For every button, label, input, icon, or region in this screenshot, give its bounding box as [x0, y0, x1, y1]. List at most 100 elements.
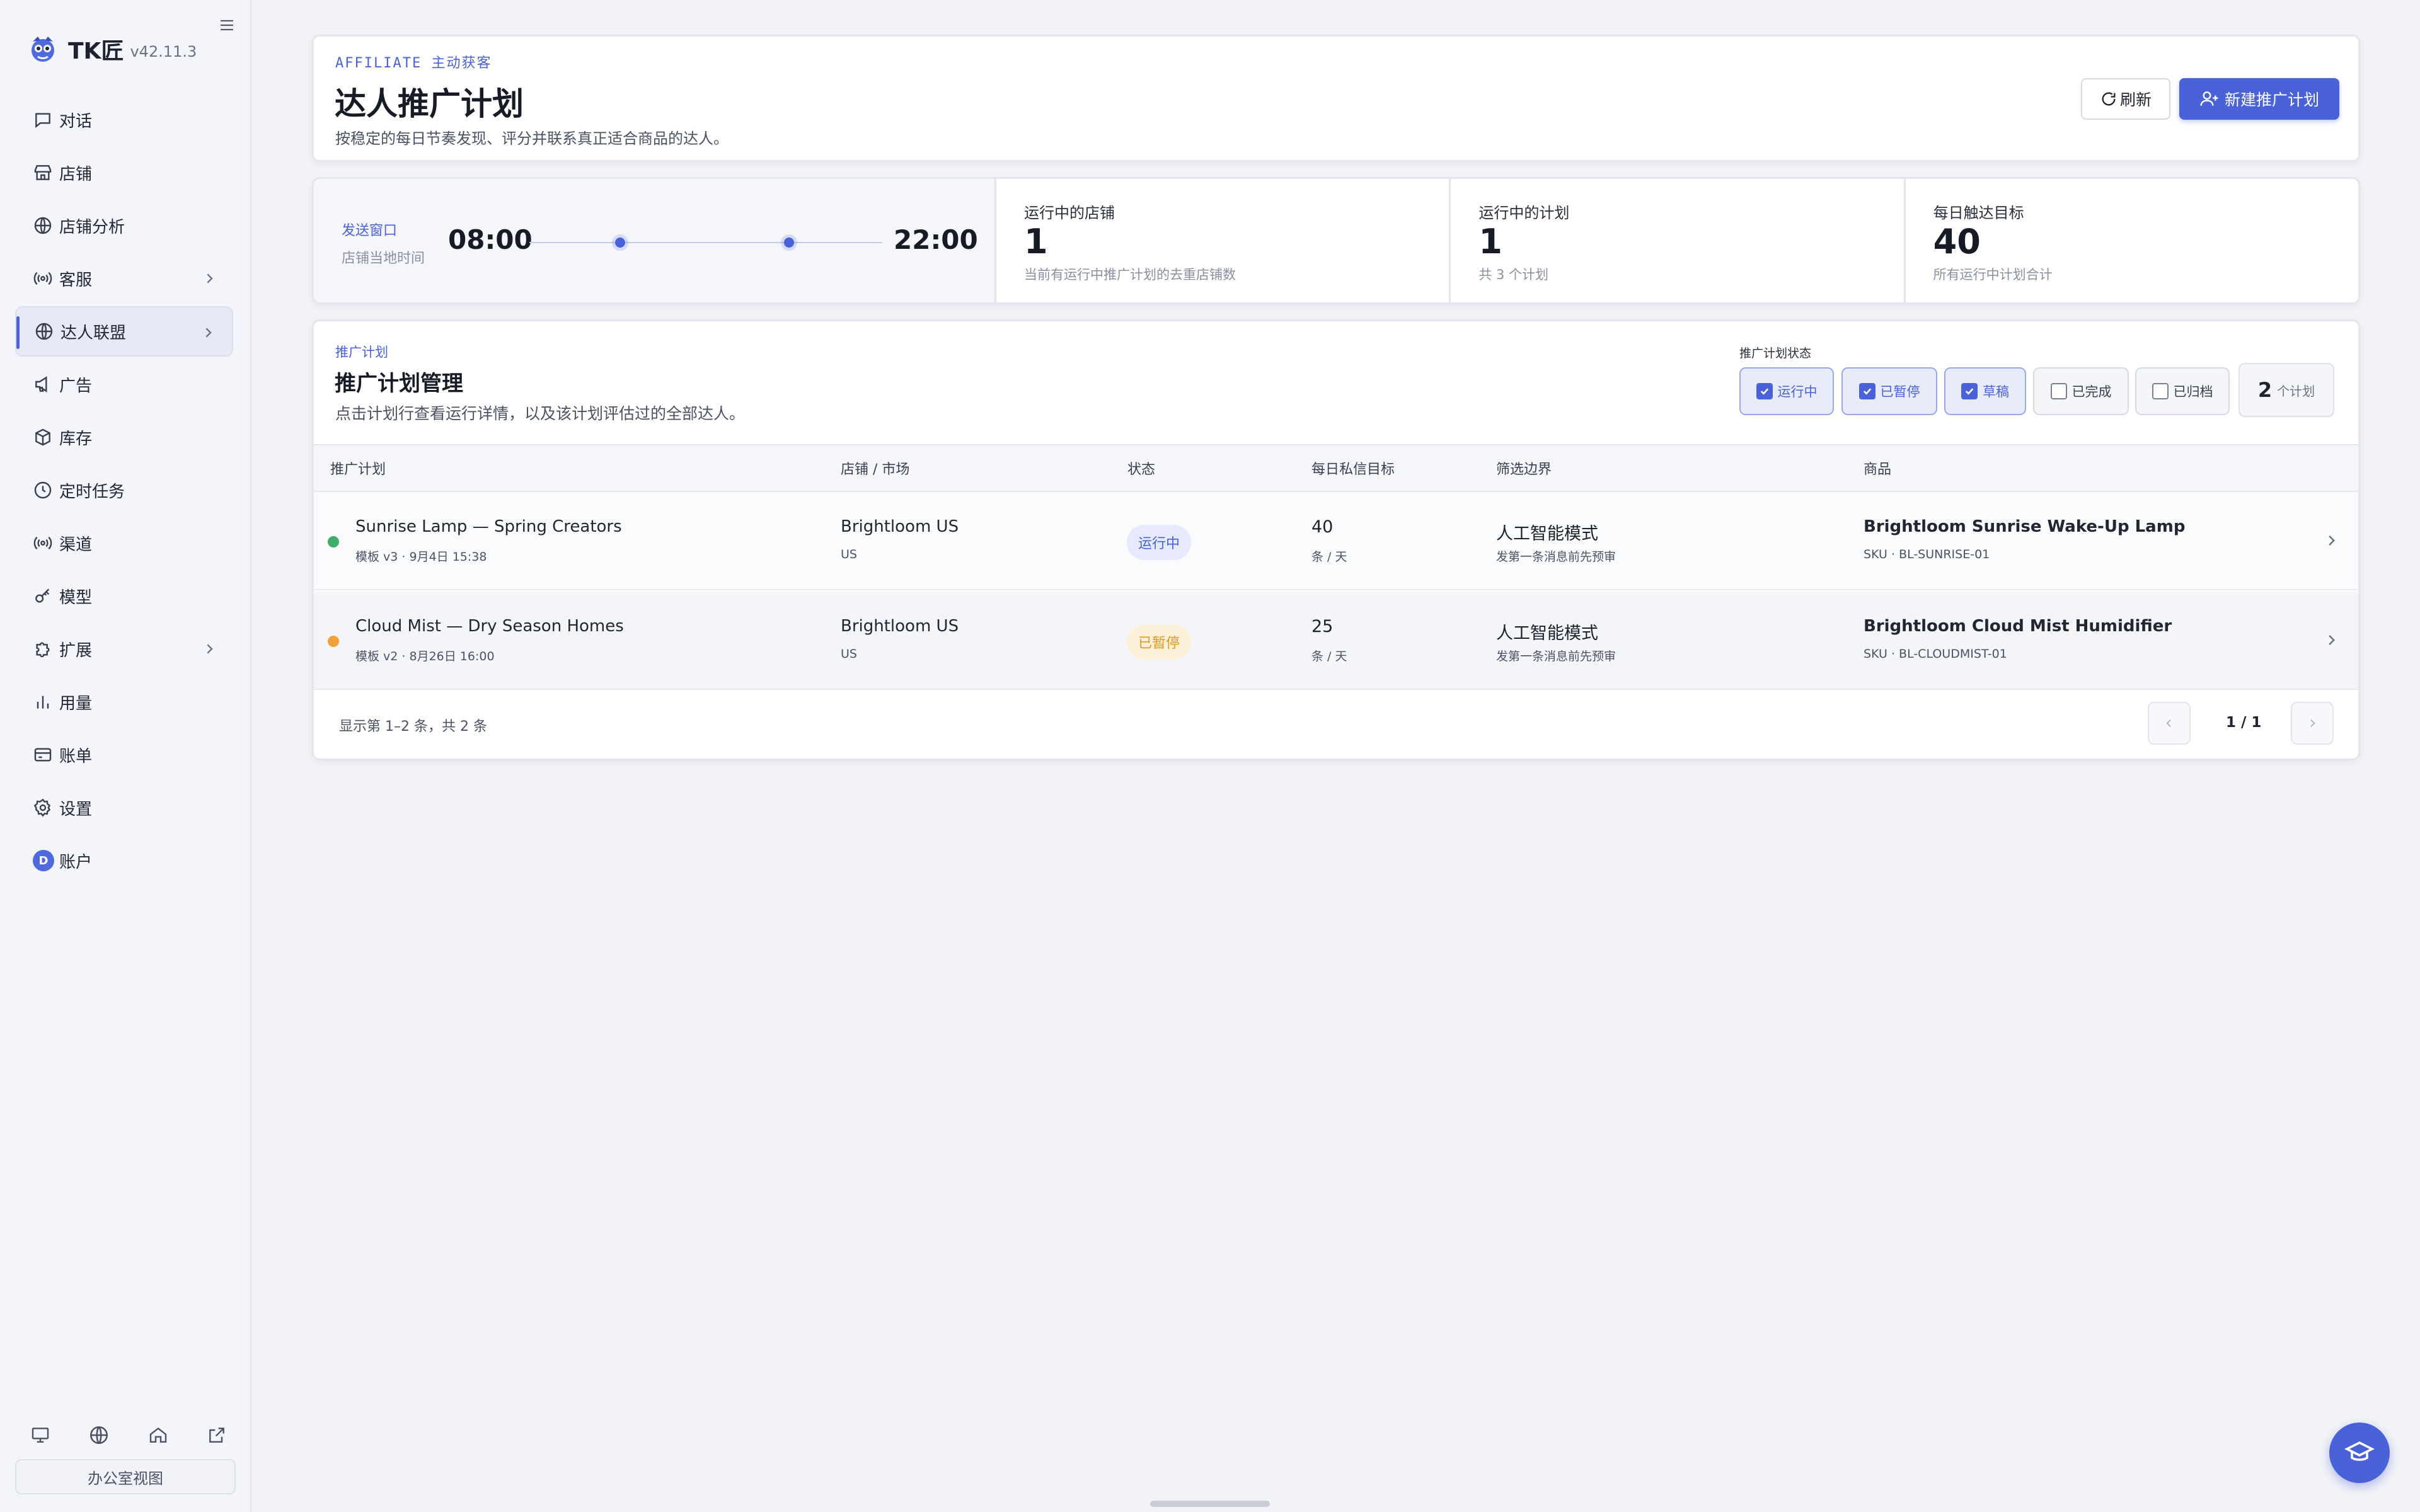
- filter-chip-label: 草稿: [1983, 384, 2009, 399]
- send-window-start-handle[interactable]: [615, 238, 625, 248]
- send-window: 发送窗口 店铺当地时间 08:00 22:00: [314, 179, 996, 302]
- send-window-end: 22:00: [894, 224, 978, 255]
- filter-boundary: 人工智能模式: [1496, 624, 1598, 643]
- sidebar-item-extensions[interactable]: 扩展: [15, 624, 233, 674]
- sidebar-item-label: 库存: [59, 429, 93, 449]
- sidebar-bottom-toolbar: [28, 1423, 229, 1448]
- sidebar-item-label: 账户: [59, 852, 93, 872]
- puzzle-icon: [36, 642, 50, 658]
- sidebar-item-inventory[interactable]: 库存: [15, 412, 233, 462]
- refresh-icon: [2102, 92, 2116, 106]
- plans-table-panel: 推广计划 推广计划管理 点击计划行查看运行详情，以及该计划评估过的全部达人。 推…: [312, 319, 2360, 760]
- checkbox-checked-icon: [1858, 383, 1876, 399]
- megaphone-icon: [35, 376, 47, 392]
- sidebar-item-label: 对话: [59, 112, 93, 131]
- external-link-icon[interactable]: [204, 1423, 229, 1448]
- sidebar-item-account[interactable]: D 账户: [15, 835, 233, 886]
- table-header: 推广计划 店铺 / 市场 状态 每日私信目标 筛选边界 商品: [314, 444, 2358, 492]
- globe-icon[interactable]: [86, 1423, 112, 1448]
- gear-icon: [33, 798, 51, 817]
- table-row[interactable]: Cloud Mist — Dry Season Homes 模板 v2 · 8月…: [314, 592, 2358, 690]
- stat-value: 40: [1933, 222, 1981, 261]
- chevron-left-icon: [2166, 719, 2171, 728]
- chevron-right-icon: [2329, 536, 2336, 546]
- filter-chip-draft[interactable]: 草稿: [1944, 367, 2026, 415]
- status-badge: 运行中: [1127, 525, 1192, 560]
- broadcast-icon: [33, 536, 52, 550]
- sidebar-item-label: 扩展: [59, 641, 93, 660]
- sidebar-item-ads[interactable]: 广告: [15, 359, 233, 410]
- sidebar-item-customer-service[interactable]: 客服: [15, 253, 233, 304]
- pagination-summary: 显示第 1–2 条，共 2 条: [339, 719, 487, 735]
- product-name: Brightloom Cloud Mist Humidifier: [1864, 617, 2172, 636]
- send-window-sub: 店铺当地时间: [342, 251, 425, 266]
- column-header: 筛选边界: [1496, 462, 1552, 478]
- table-row[interactable]: Sunrise Lamp — Spring Creators 模板 v3 · 9…: [314, 492, 2358, 590]
- filter-chip-running[interactable]: 运行中: [1739, 367, 1834, 415]
- sidebar-item-label: 设置: [59, 799, 93, 819]
- app-logo[interactable]: TK匠 v42.11.3: [25, 32, 197, 67]
- sidebar-item-label: 客服: [59, 270, 93, 290]
- sidebar-item-affiliate[interactable]: 达人联盟: [15, 306, 233, 357]
- add-user-icon: [2200, 91, 2218, 106]
- next-page-button[interactable]: [2291, 702, 2334, 745]
- sidebar-item-billing[interactable]: 账单: [15, 730, 233, 780]
- page-indicator: 1 / 1: [2226, 714, 2262, 731]
- status-badge: 已暂停: [1127, 624, 1192, 660]
- checkbox-checked-icon: [1756, 383, 1773, 399]
- filter-chip-label: 已完成: [2071, 384, 2112, 399]
- key-icon: [35, 588, 50, 603]
- plan-count-badge: 2 个计划: [2238, 363, 2334, 417]
- sidebar-item-label: 广告: [59, 376, 93, 396]
- filter-boundary: 人工智能模式: [1496, 524, 1598, 544]
- page-subtitle: 按稳定的每日节奏发现、评分并联系真正适合商品的达人。: [335, 130, 729, 147]
- daily-dm-target-unit: 条 / 天: [1311, 550, 1347, 564]
- sidebar-item-scheduled-tasks[interactable]: 定时任务: [15, 465, 233, 515]
- sidebar-item-models[interactable]: 模型: [15, 571, 233, 621]
- daily-dm-target-unit: 条 / 天: [1311, 650, 1347, 663]
- clock-icon: [34, 481, 52, 499]
- send-window-track: [529, 242, 882, 243]
- sidebar-item-chat[interactable]: 对话: [15, 94, 233, 145]
- refresh-button[interactable]: 刷新: [2081, 78, 2170, 120]
- sidebar-item-store-analysis[interactable]: 店铺分析: [15, 200, 233, 251]
- stat-sub: 当前有运行中推广计划的去重店铺数: [1024, 267, 1236, 282]
- sidebar-item-label: 店铺: [59, 164, 93, 184]
- sidebar-item-settings[interactable]: 设置: [15, 782, 233, 833]
- plan-meta: 模板 v2 · 8月26日 16:00: [355, 650, 495, 663]
- sidebar-item-label: 账单: [59, 747, 93, 766]
- prev-page-button[interactable]: [2148, 702, 2191, 745]
- monitor-icon[interactable]: [28, 1423, 53, 1448]
- bar-chart-icon: [37, 696, 49, 709]
- sidebar: TK匠 v42.11.3 对话 店铺 店铺分析 客服 达人联盟 广告 库存 定时…: [0, 0, 251, 1512]
- home-icon[interactable]: [146, 1423, 171, 1448]
- stat-label: 运行中的店铺: [1024, 204, 1115, 222]
- sidebar-item-usage[interactable]: 用量: [15, 677, 233, 727]
- globe-icon: [34, 217, 52, 234]
- column-header: 每日私信目标: [1311, 462, 1395, 478]
- section-subtitle: 点击计划行查看运行详情，以及该计划评估过的全部达人。: [335, 404, 746, 423]
- sidebar-item-channels[interactable]: 渠道: [15, 518, 233, 568]
- horizontal-scrollbar[interactable]: [1150, 1501, 1270, 1507]
- sidebar-toggle-icon[interactable]: [214, 14, 239, 37]
- chevron-right-icon: [2310, 719, 2315, 728]
- status-dot: [328, 636, 339, 647]
- chevron-right-icon: [205, 328, 212, 338]
- stat-sub: 共 3 个计划: [1478, 267, 1549, 282]
- tutorial-button[interactable]: [2329, 1423, 2390, 1483]
- credit-card-icon: [34, 748, 52, 762]
- sidebar-item-label: 模型: [59, 588, 93, 607]
- filter-chip-completed[interactable]: 已完成: [2033, 367, 2129, 415]
- app-version: v42.11.3: [130, 43, 197, 60]
- sidebar-item-store[interactable]: 店铺: [15, 147, 233, 198]
- new-plan-button[interactable]: 新建推广计划: [2179, 78, 2339, 120]
- send-window-label: 发送窗口: [342, 223, 398, 239]
- filter-chip-archived[interactable]: 已归档: [2135, 367, 2230, 415]
- column-header: 店铺 / 市场: [841, 462, 910, 478]
- filter-chip-paused[interactable]: 已暂停: [1841, 367, 1937, 415]
- sidebar-item-label: 店铺分析: [59, 217, 125, 237]
- filter-chip-label: 已归档: [2173, 384, 2213, 399]
- office-view-button[interactable]: 办公室视图: [15, 1459, 236, 1494]
- app-logo-icon: [32, 37, 54, 62]
- send-window-end-handle[interactable]: [784, 238, 794, 248]
